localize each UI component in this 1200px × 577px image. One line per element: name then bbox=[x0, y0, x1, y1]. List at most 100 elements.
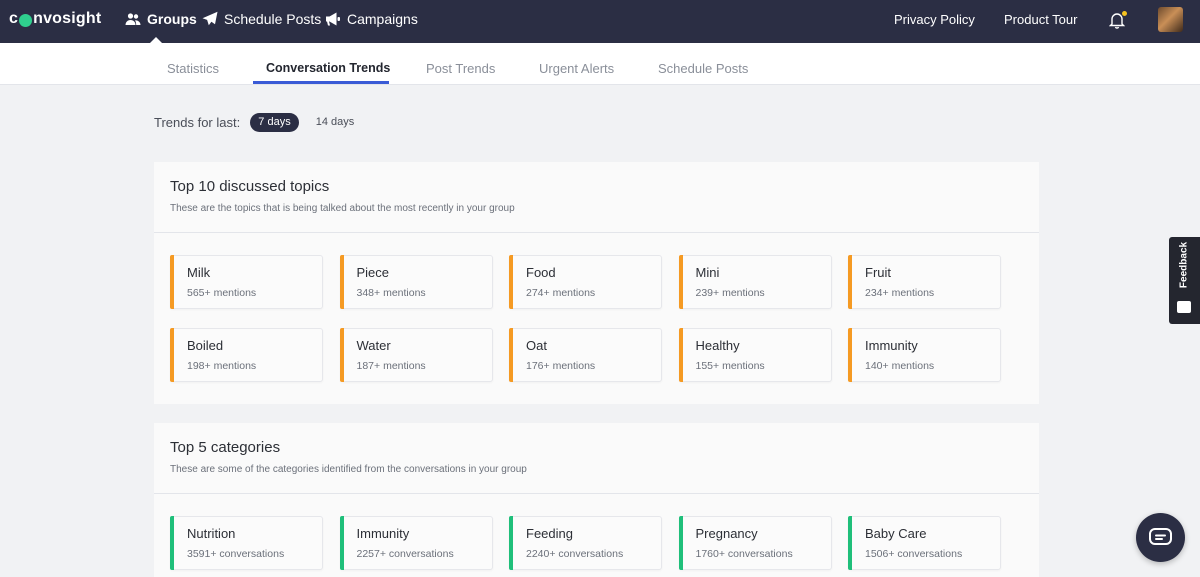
feedback-chat-icon bbox=[1177, 301, 1191, 313]
topic-count: 348+ mentions bbox=[356, 287, 426, 299]
category-name: Nutrition bbox=[187, 526, 236, 541]
category-count: 2257+ conversations bbox=[356, 548, 454, 560]
category-count: 1506+ conversations bbox=[865, 548, 963, 560]
nav-groups[interactable]: Groups bbox=[125, 11, 197, 27]
convosight-logo[interactable]: c nvosight bbox=[9, 10, 101, 28]
nav-campaigns-label: Campaigns bbox=[347, 11, 418, 27]
category-tile[interactable]: Feeding 2240+ conversations bbox=[509, 516, 662, 570]
category-tile[interactable]: Immunity 2257+ conversations bbox=[339, 516, 493, 570]
nav-campaigns[interactable]: Campaigns bbox=[325, 11, 418, 27]
categories-title: Top 5 categories bbox=[170, 439, 281, 456]
topic-count: 176+ mentions bbox=[526, 360, 596, 372]
topic-count: 234+ mentions bbox=[865, 287, 935, 299]
megaphone-icon bbox=[326, 12, 340, 26]
topic-name: Piece bbox=[356, 265, 390, 280]
topic-tile[interactable]: Fruit 234+ mentions bbox=[848, 255, 1001, 309]
topic-tile[interactable]: Healthy 155+ mentions bbox=[678, 328, 832, 382]
categories-card-header: Top 5 categories These are some of the c… bbox=[154, 423, 1039, 494]
topic-accent-bar bbox=[509, 255, 513, 309]
product-tour-link[interactable]: Product Tour bbox=[1004, 12, 1077, 27]
topic-name: Milk bbox=[187, 265, 211, 280]
tab-urgent-alerts[interactable]: Urgent Alerts bbox=[539, 61, 614, 76]
user-avatar[interactable] bbox=[1158, 7, 1183, 32]
active-tab-underline bbox=[253, 81, 389, 84]
category-accent-bar bbox=[339, 516, 344, 570]
chat-bubble-icon bbox=[1149, 528, 1172, 545]
nav-schedule-label: Schedule Posts bbox=[224, 11, 322, 27]
topic-tile[interactable]: Mini 239+ mentions bbox=[678, 255, 832, 309]
logo-suffix: nvosight bbox=[33, 10, 102, 27]
category-name: Baby Care bbox=[865, 526, 927, 541]
categories-subtitle: These are some of the categories identif… bbox=[170, 464, 527, 475]
category-accent-bar bbox=[170, 516, 174, 570]
topic-accent-bar bbox=[170, 255, 174, 309]
topics-card-header: Top 10 discussed topics These are the to… bbox=[154, 162, 1039, 233]
privacy-policy-link[interactable]: Privacy Policy bbox=[894, 12, 975, 27]
topic-tile[interactable]: Oat 176+ mentions bbox=[509, 328, 662, 382]
topic-accent-bar bbox=[848, 255, 852, 309]
topic-tile[interactable]: Milk 565+ mentions bbox=[170, 255, 323, 309]
topics-title: Top 10 discussed topics bbox=[170, 178, 330, 195]
tab-conversation-trends[interactable]: Conversation Trends bbox=[266, 61, 390, 75]
topic-accent-bar bbox=[339, 255, 344, 309]
categories-card: Top 5 categories These are some of the c… bbox=[154, 423, 1039, 577]
category-count: 1760+ conversations bbox=[695, 548, 793, 560]
topics-card: Top 10 discussed topics These are the to… bbox=[154, 162, 1039, 404]
topic-name: Immunity bbox=[865, 338, 918, 353]
topic-name: Water bbox=[356, 338, 391, 353]
chat-widget-button[interactable] bbox=[1136, 513, 1185, 562]
topic-count: 140+ mentions bbox=[865, 360, 935, 372]
category-name: Immunity bbox=[356, 526, 410, 541]
feedback-tab[interactable]: Feedback bbox=[1169, 237, 1200, 324]
topic-name: Fruit bbox=[865, 265, 891, 280]
category-accent-bar bbox=[678, 516, 683, 570]
topic-name: Oat bbox=[526, 338, 547, 353]
nav-schedule-posts[interactable]: Schedule Posts bbox=[202, 11, 321, 27]
topic-tile[interactable]: Water 187+ mentions bbox=[339, 328, 493, 382]
logo-prefix: c bbox=[9, 10, 19, 27]
topic-count: 274+ mentions bbox=[526, 287, 596, 299]
topic-name: Food bbox=[526, 265, 556, 280]
category-tile[interactable]: Pregnancy 1760+ conversations bbox=[678, 516, 832, 570]
tab-schedule-posts[interactable]: Schedule Posts bbox=[658, 61, 748, 76]
users-icon bbox=[125, 13, 141, 25]
category-count: 3591+ conversations bbox=[187, 548, 285, 560]
logo-mark-icon bbox=[19, 13, 33, 27]
topic-count: 565+ mentions bbox=[187, 287, 257, 299]
filter-7-days[interactable]: 7 days bbox=[250, 113, 299, 132]
topic-count: 155+ mentions bbox=[695, 360, 765, 372]
topic-count: 187+ mentions bbox=[356, 360, 426, 372]
topic-accent-bar bbox=[678, 328, 683, 382]
trends-label: Trends for last: bbox=[154, 115, 241, 130]
category-tile[interactable]: Baby Care 1506+ conversations bbox=[848, 516, 1001, 570]
topics-subtitle: These are the topics that is being talke… bbox=[170, 203, 515, 214]
tab-post-trends[interactable]: Post Trends bbox=[426, 61, 495, 76]
notification-dot bbox=[1122, 11, 1127, 16]
feedback-label: Feedback bbox=[1178, 241, 1190, 289]
filter-14-days[interactable]: 14 days bbox=[309, 113, 361, 132]
topic-tile[interactable]: Food 274+ mentions bbox=[509, 255, 662, 309]
topic-tile[interactable]: Boiled 198+ mentions bbox=[170, 328, 323, 382]
category-name: Feeding bbox=[526, 526, 573, 541]
topic-name: Mini bbox=[695, 265, 720, 280]
topic-name: Healthy bbox=[695, 338, 740, 353]
topic-accent-bar bbox=[339, 328, 344, 382]
category-accent-bar bbox=[848, 516, 852, 570]
category-accent-bar bbox=[509, 516, 513, 570]
topic-accent-bar bbox=[678, 255, 683, 309]
tab-statistics[interactable]: Statistics bbox=[167, 61, 219, 76]
group-subtabs: Statistics Conversation Trends Post Tren… bbox=[0, 43, 1200, 85]
topic-accent-bar bbox=[170, 328, 174, 382]
topic-count: 198+ mentions bbox=[187, 360, 257, 372]
topic-tile[interactable]: Piece 348+ mentions bbox=[339, 255, 493, 309]
nav-groups-label: Groups bbox=[147, 11, 197, 27]
topic-tile[interactable]: Immunity 140+ mentions bbox=[848, 328, 1001, 382]
paper-plane-icon bbox=[202, 11, 218, 26]
category-tile[interactable]: Nutrition 3591+ conversations bbox=[170, 516, 323, 570]
category-count: 2240+ conversations bbox=[526, 548, 624, 560]
topic-accent-bar bbox=[509, 328, 513, 382]
topic-name: Boiled bbox=[187, 338, 224, 353]
category-name: Pregnancy bbox=[695, 526, 758, 541]
topic-count: 239+ mentions bbox=[695, 287, 765, 299]
topic-accent-bar bbox=[848, 328, 852, 382]
